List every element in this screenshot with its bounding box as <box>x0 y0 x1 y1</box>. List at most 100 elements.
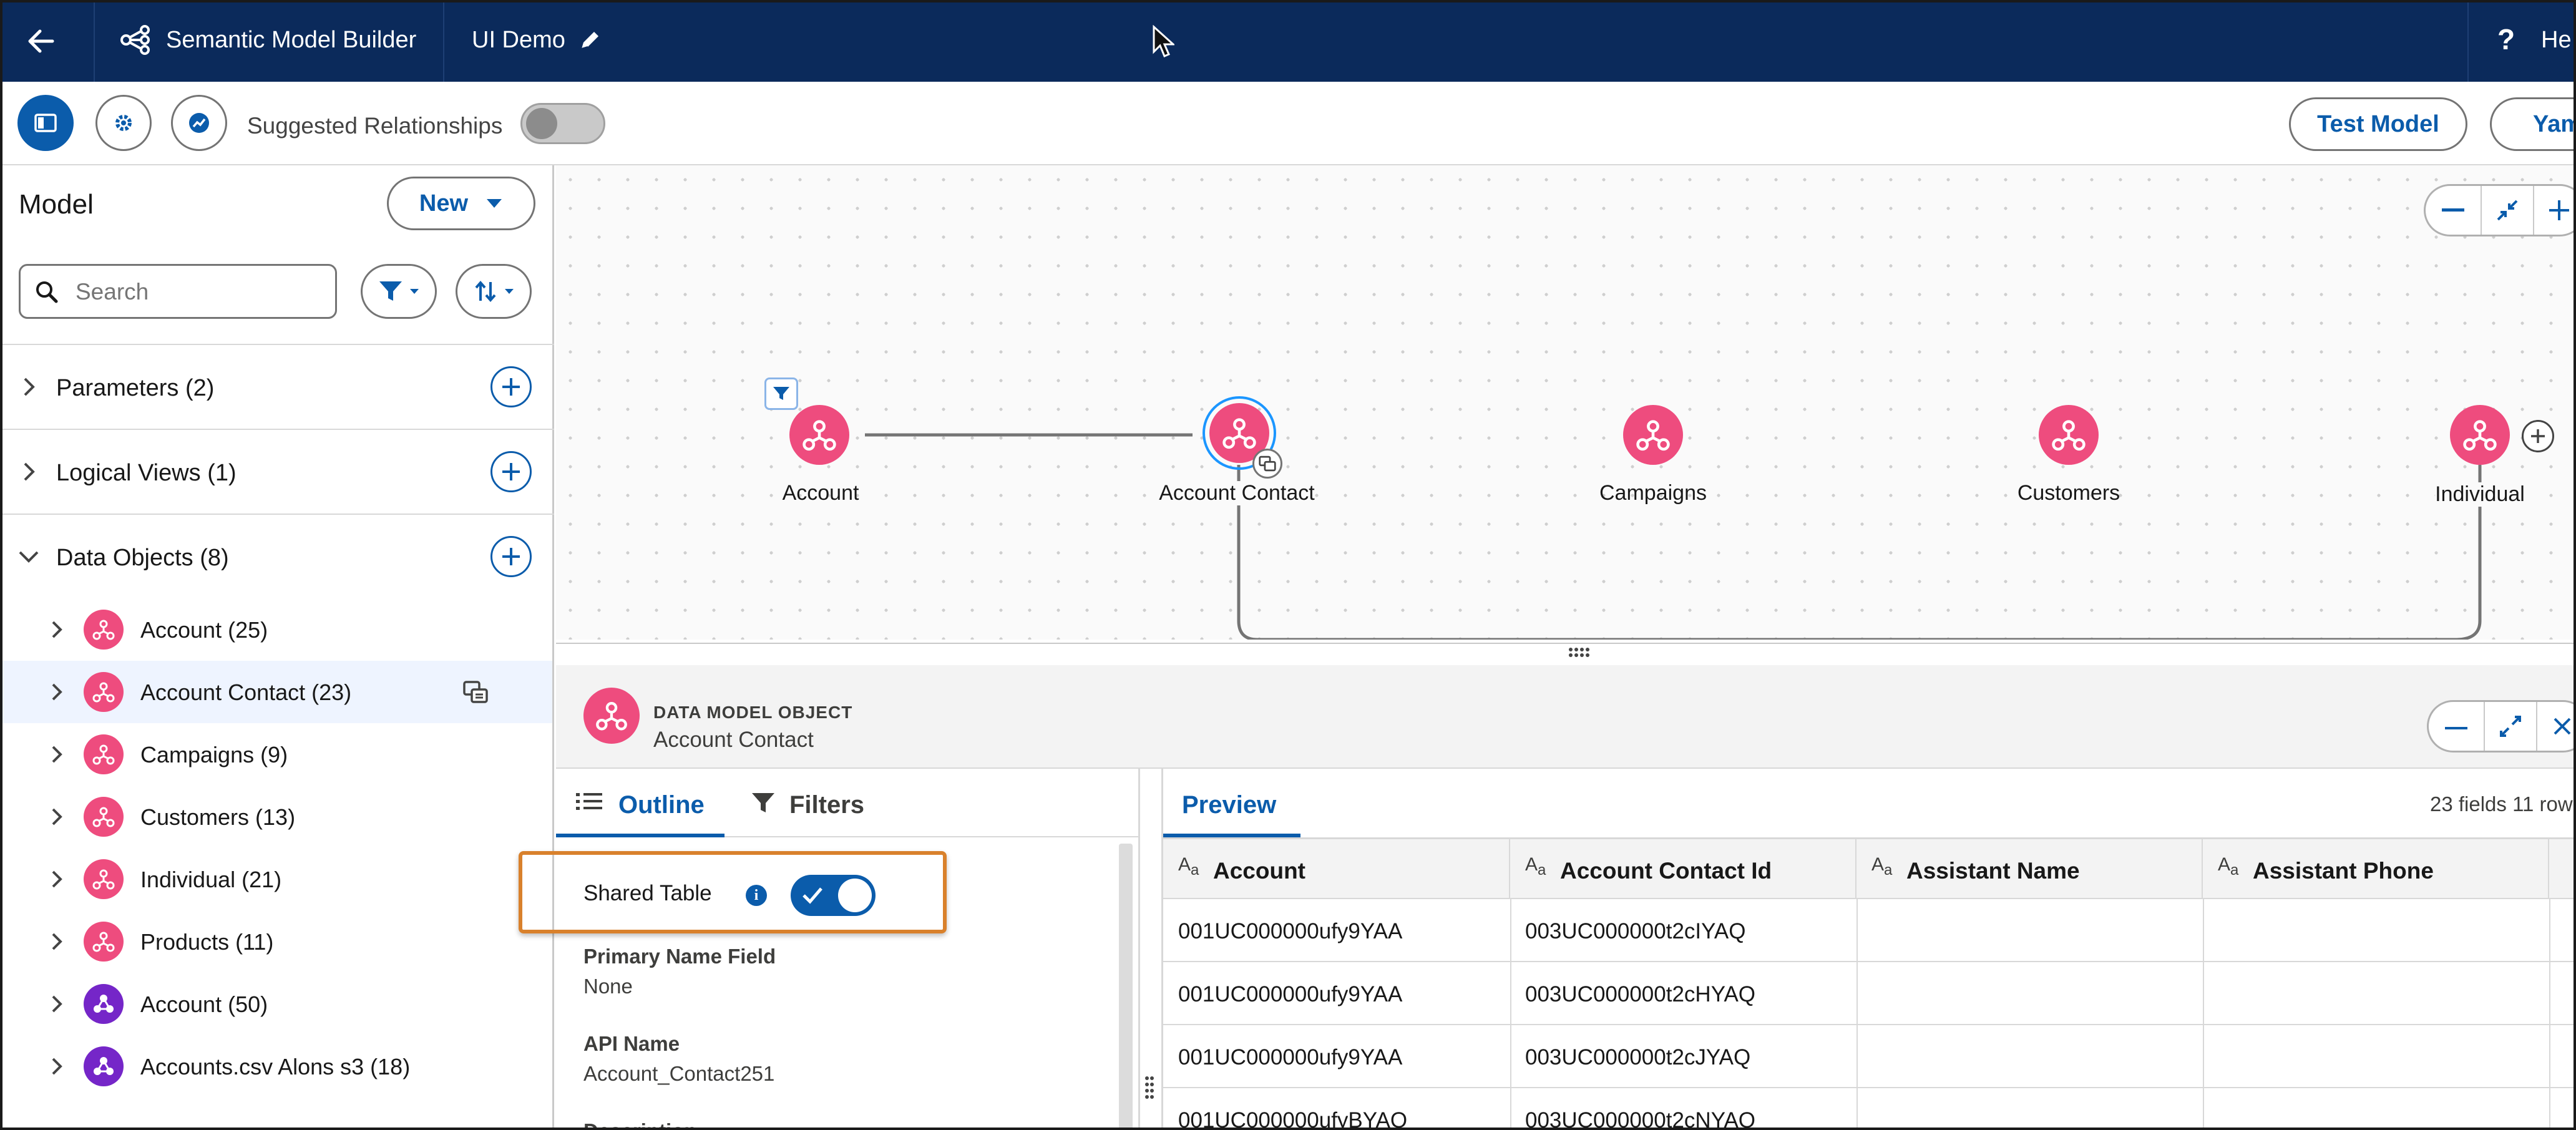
data-object-item[interactable]: Customers (13) <box>0 786 552 848</box>
add-logical-view-button[interactable] <box>490 451 532 492</box>
preview-table: Aa Account Aa Account Contact Id Aa Assi… <box>1163 837 2576 1130</box>
dlo-node-icon <box>84 1046 124 1086</box>
add-parameter-button[interactable] <box>490 366 532 407</box>
field-label: API Name <box>583 1032 680 1055</box>
caret-down-icon <box>487 199 502 208</box>
add-data-object-button[interactable] <box>490 536 532 577</box>
model-canvas[interactable]: Account Account Contact Campaigns Custom… <box>556 165 2576 640</box>
canvas-node-customers[interactable] <box>2039 405 2099 465</box>
back-button[interactable] <box>22 22 60 60</box>
chevron-down-icon <box>19 551 39 563</box>
add-relationship-button[interactable] <box>2522 420 2554 452</box>
table-row: 001UC000000ufyBYAQ 003UC000000t2cNYAQ <box>1163 1088 2576 1130</box>
column-header[interactable]: Aa Assistant Name <box>1856 839 2203 899</box>
close-panel-button[interactable] <box>2537 702 2576 751</box>
new-button[interactable]: New <box>387 177 535 230</box>
chevron-right-icon <box>52 870 62 888</box>
plus-icon <box>502 463 520 480</box>
filter-button[interactable] <box>361 264 437 319</box>
section-label: Data Objects (8) <box>56 545 229 571</box>
data-object-label: Account Contact (23) <box>140 679 352 705</box>
drag-handle-icon <box>1569 648 1589 657</box>
data-object-item[interactable]: Account (50) <box>0 973 552 1035</box>
data-object-item[interactable]: Campaigns (9) <box>0 723 552 786</box>
minimize-icon <box>2445 727 2467 729</box>
zoom-in-button[interactable] <box>2534 186 2576 235</box>
tab-filters[interactable]: Filters <box>737 769 893 837</box>
tab-preview[interactable]: Preview <box>1163 769 1300 837</box>
data-object-item[interactable]: Accounts.csv Alons s3 (18) <box>0 1035 552 1098</box>
section-data-objects[interactable]: Data Objects (8) <box>0 514 554 598</box>
chevron-right-icon <box>52 683 62 701</box>
text-type-icon: Aa <box>1178 854 1199 879</box>
info-icon[interactable]: i <box>746 885 767 906</box>
column-header[interactable]: Aa Account <box>1163 839 1510 899</box>
insights-button[interactable] <box>171 95 227 151</box>
table-row: 001UC000000ufy9YAA 003UC000000t2cJYAQ <box>1163 1025 2576 1088</box>
filter-icon <box>379 281 402 301</box>
zoom-out-button[interactable] <box>2426 186 2482 235</box>
data-object-item[interactable]: Account (25) <box>0 598 552 661</box>
zoom-controls <box>2424 184 2576 236</box>
sort-button[interactable] <box>456 264 532 319</box>
field-label: Primary Name Field <box>583 945 776 968</box>
table-cell: 001UC000000ufy9YAA <box>1178 1045 1403 1069</box>
model-name: UI Demo <box>472 27 565 53</box>
model-settings-button[interactable] <box>95 95 152 151</box>
resize-handle[interactable] <box>1567 646 1592 659</box>
shared-table-label: Shared Table <box>583 881 712 905</box>
data-object-label: Accounts.csv Alons s3 (18) <box>140 1054 411 1079</box>
expand-panel-button[interactable] <box>2485 702 2537 751</box>
app-title: Semantic Model Builder <box>166 27 417 53</box>
chevron-right-icon <box>52 933 62 950</box>
suggested-relationships-toggle[interactable] <box>520 103 605 144</box>
canvas-node-campaigns[interactable] <box>1623 405 1683 465</box>
data-object-item[interactable]: Individual (21) <box>0 848 552 910</box>
help-icon[interactable]: ? <box>2497 25 2515 54</box>
header-divider <box>2467 0 2469 82</box>
chevron-right-icon <box>52 621 62 638</box>
section-logical-views[interactable]: Logical Views (1) <box>0 429 554 514</box>
chevron-right-icon <box>52 808 62 826</box>
filter-icon <box>752 793 774 812</box>
column-header[interactable]: Aa Account Contact Id <box>1510 839 1856 899</box>
sort-icon <box>475 280 496 303</box>
minimize-panel-button[interactable] <box>2429 702 2485 751</box>
column-header-label: Assistant Name <box>1906 858 2080 884</box>
node-filter-indicator[interactable] <box>764 377 798 410</box>
test-model-button[interactable]: Test Model <box>2289 97 2467 151</box>
back-arrow-icon <box>28 29 54 53</box>
data-object-item[interactable]: Account Contact (23) <box>0 661 552 723</box>
search-input[interactable] <box>76 278 325 306</box>
drag-handle-icon <box>1145 1076 1154 1099</box>
tab-preview-label: Preview <box>1182 791 1277 819</box>
section-label: Parameters (2) <box>56 375 215 401</box>
dmo-node-icon <box>803 420 836 451</box>
model-sidebar: Model New Parameters (2) Logical Views (… <box>0 165 554 1130</box>
section-parameters[interactable]: Parameters (2) <box>0 344 554 429</box>
canvas-node-individual[interactable] <box>2450 405 2510 465</box>
tab-outline[interactable]: Outline <box>556 769 724 837</box>
preview-panel: Preview 23 fields 11 row Aa Account Aa A… <box>1161 769 2576 1130</box>
shared-table-highlight <box>519 851 947 933</box>
column-header[interactable]: Aa Assistant Phone <box>2203 839 2549 899</box>
yaml-button[interactable]: Yaml <box>2490 97 2576 151</box>
help-label[interactable]: He <box>2541 28 2572 52</box>
fit-view-button[interactable] <box>2482 186 2534 235</box>
gear-icon <box>115 115 132 131</box>
edit-model-name-button[interactable] <box>575 26 604 55</box>
field-value: Account_Contact251 <box>583 1062 775 1085</box>
data-object-label: Campaigns (9) <box>140 742 288 767</box>
text-type-icon: Aa <box>1525 854 1546 879</box>
data-object-item[interactable]: Products (11) <box>0 910 552 973</box>
toggle-panel-button[interactable] <box>17 95 74 151</box>
dmo-node-icon <box>1222 418 1256 449</box>
split-drag-handle[interactable] <box>1144 1074 1155 1099</box>
dmo-node-icon <box>84 859 124 899</box>
collapse-icon <box>2497 200 2518 221</box>
shared-table-toggle[interactable] <box>791 875 876 916</box>
canvas-node-account[interactable] <box>789 405 849 465</box>
outline-scrollbar[interactable] <box>1119 844 1133 1130</box>
analytics-icon <box>189 113 209 133</box>
search-box[interactable] <box>19 264 337 319</box>
